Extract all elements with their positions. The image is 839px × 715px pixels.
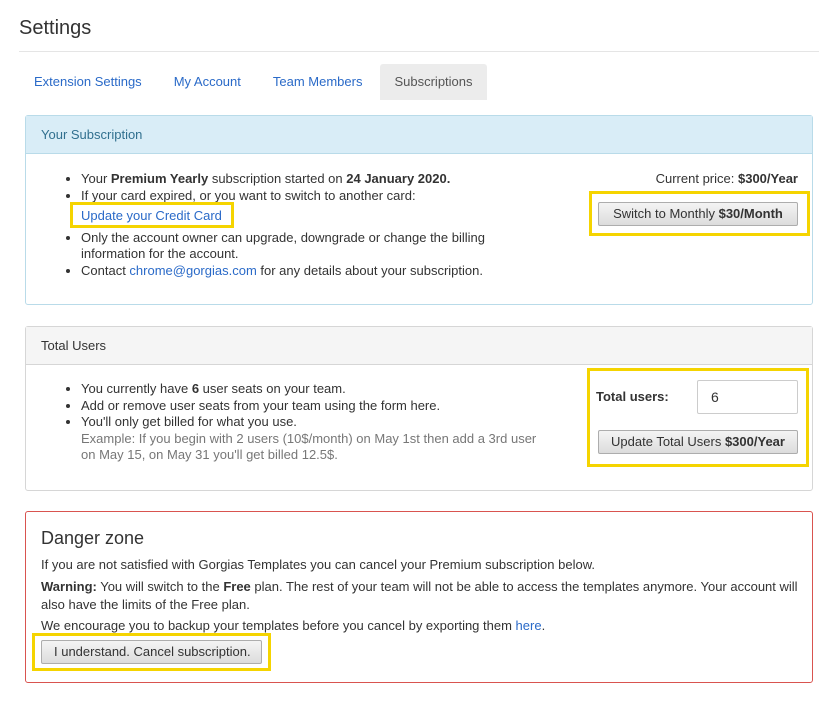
subscription-panel: Your Subscription Your Premium Yearly su… bbox=[25, 115, 813, 305]
users-details-list: You currently have 6 user seats on your … bbox=[62, 381, 542, 464]
update-total-users-button[interactable]: Update Total Users $300/Year bbox=[598, 430, 798, 454]
title-divider bbox=[19, 51, 819, 52]
total-users-panel: Total Users You currently have 6 user se… bbox=[25, 326, 813, 491]
billing-example: Example: If you begin with 2 users (10$/… bbox=[81, 430, 537, 463]
plan-name: Premium Yearly bbox=[110, 171, 209, 186]
cancel-subscription-button[interactable]: I understand. Cancel subscription. bbox=[41, 640, 262, 664]
cancel-intro-text: If you are not satisfied with Gorgias Te… bbox=[41, 557, 595, 572]
subscription-plan-item: Your Premium Yearly subscription started… bbox=[81, 171, 502, 188]
page-title: Settings bbox=[19, 17, 92, 39]
contact-item: Contact chrome@gorgias.com for any detai… bbox=[81, 263, 502, 280]
total-users-label: Total users: bbox=[596, 389, 669, 404]
tab-team-members[interactable]: Team Members bbox=[259, 64, 377, 100]
subscription-details-list: Your Premium Yearly subscription started… bbox=[62, 171, 502, 279]
user-seat-count: 6 bbox=[191, 381, 200, 396]
settings-tabs: Extension Settings My Account Team Membe… bbox=[25, 64, 491, 100]
tab-my-account[interactable]: My Account bbox=[160, 64, 255, 100]
free-plan-name: Free bbox=[223, 579, 251, 594]
support-email-link[interactable]: chrome@gorgias.com bbox=[129, 263, 256, 278]
current-price: Current price: $300/Year bbox=[655, 171, 798, 186]
billing-info-item: You'll only get billed for what you use.… bbox=[81, 414, 542, 464]
backup-advice-text: We encourage you to backup your template… bbox=[41, 618, 546, 633]
danger-zone-title: Danger zone bbox=[41, 528, 145, 548]
update-credit-card-link[interactable]: Update your Credit Card bbox=[81, 208, 222, 225]
owner-info-item: Only the account owner can upgrade, down… bbox=[81, 230, 502, 263]
total-users-input[interactable] bbox=[697, 380, 798, 414]
tab-subscriptions[interactable]: Subscriptions bbox=[380, 64, 487, 100]
subscription-panel-heading: Your Subscription bbox=[26, 116, 812, 154]
export-templates-link[interactable]: here bbox=[516, 618, 542, 633]
switch-to-monthly-button[interactable]: Switch to Monthly $30/Month bbox=[598, 202, 798, 226]
card-info-item: If your card expired, or you want to swi… bbox=[81, 188, 502, 230]
current-price-value: $300/Year bbox=[737, 171, 798, 186]
tab-extension-settings[interactable]: Extension Settings bbox=[25, 64, 156, 100]
total-users-panel-heading: Total Users bbox=[26, 327, 812, 365]
add-remove-seats-item: Add or remove user seats from your team … bbox=[81, 398, 542, 415]
cancel-warning-text: Warning: You will switch to the Free pla… bbox=[41, 579, 798, 612]
plan-start-date: 24 January 2020. bbox=[346, 171, 451, 186]
user-seats-item: You currently have 6 user seats on your … bbox=[81, 381, 542, 398]
danger-zone-panel: Danger zone If you are not satisfied wit… bbox=[25, 511, 813, 683]
